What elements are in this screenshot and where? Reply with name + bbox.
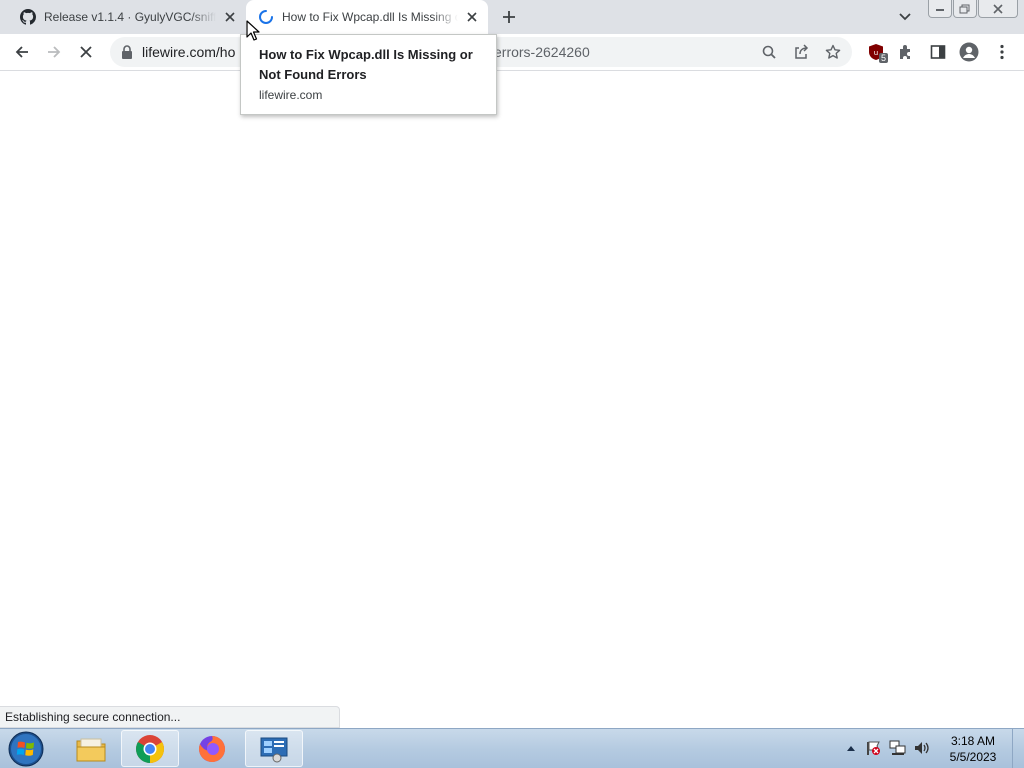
puzzle-icon [900,45,910,59]
svg-text:u: u [874,49,878,57]
share-icon[interactable] [790,41,812,63]
url-text-tail: errors-2624260 [494,44,590,60]
tab-github-release[interactable]: Release v1.1.4 · GyulyVGC/sniffnet [8,0,246,34]
forward-button[interactable] [40,38,68,66]
status-bubble: Establishing secure connection... [0,706,340,728]
network-icon[interactable] [889,739,907,757]
tab-title: How to Fix Wpcap.dll Is Missing or Not F… [282,10,458,24]
volume-icon[interactable] [913,739,931,757]
tab-title: Release v1.1.4 · GyulyVGC/sniffnet [44,10,216,24]
hover-card-title: How to Fix Wpcap.dll Is Missing or Not F… [259,47,473,82]
extension-badge: 5 [878,53,888,63]
ublock-extension-button[interactable]: u 5 [862,38,890,66]
close-tab-icon[interactable] [462,7,482,27]
action-center-icon[interactable] [864,739,882,757]
chevron-down-icon [899,13,911,21]
close-icon [993,3,1003,14]
show-desktop-button[interactable] [1012,729,1024,768]
tab-hover-card: How to Fix Wpcap.dll Is Missing or Not F… [240,34,497,115]
shield-icon: u 5 [867,43,888,63]
close-tab-icon[interactable] [220,7,240,27]
start-button[interactable] [6,731,46,767]
plus-icon [503,11,515,23]
close-icon [80,46,92,58]
browser-toolbar: lifewire.com/ho errors-2624260 u 5 [0,34,1024,71]
tab-strip: Release v1.1.4 · GyulyVGC/sniffnet How t… [0,0,1024,34]
chrome-icon [136,734,164,763]
mouse-cursor-icon [246,20,260,41]
taskbar-clock[interactable]: 3:18 AM 5/5/2023 [940,733,1006,765]
side-panel-icon [930,45,946,59]
tab-wpcap-article[interactable]: How to Fix Wpcap.dll Is Missing or Not F… [246,0,488,34]
taskbar-control-panel[interactable] [245,730,303,767]
github-icon [20,9,36,25]
kebab-menu-icon [1000,44,1004,60]
stop-loading-button[interactable] [72,38,100,66]
restore-button[interactable] [953,0,977,18]
forward-arrow-icon [48,46,61,58]
close-window-button[interactable] [978,0,1018,18]
bookmark-star-icon[interactable] [822,41,844,63]
show-hidden-icons-button[interactable] [842,739,860,757]
search-icon[interactable] [758,41,780,63]
folder-icon [76,738,106,761]
minimize-button[interactable] [928,0,952,18]
taskbar-explorer[interactable] [62,730,120,767]
menu-button[interactable] [988,38,1016,66]
chevron-up-icon [847,746,855,751]
clock-time: 3:18 AM [950,734,996,748]
avatar-icon [959,42,979,62]
hover-card-domain: lifewire.com [259,88,323,102]
profile-button[interactable] [955,38,983,66]
tab-search-button[interactable] [893,6,917,28]
extensions-button[interactable] [892,38,920,66]
lock-icon [122,45,132,59]
new-tab-button[interactable] [497,5,521,29]
windows-taskbar: 3:18 AM 5/5/2023 [0,728,1024,768]
url-text: lifewire.com/ho [142,44,236,60]
control-panel-icon [260,737,288,762]
back-button[interactable] [8,38,36,66]
loading-spinner-icon [258,9,274,25]
side-panel-button[interactable] [924,38,952,66]
restore-icon [959,4,970,13]
minimize-icon [936,8,944,11]
firefox-icon [199,735,225,762]
windows-orb-icon [8,731,44,767]
clock-date: 5/5/2023 [949,750,997,764]
taskbar-chrome[interactable] [121,730,179,767]
taskbar-firefox[interactable] [183,730,241,767]
back-arrow-icon [15,46,28,58]
